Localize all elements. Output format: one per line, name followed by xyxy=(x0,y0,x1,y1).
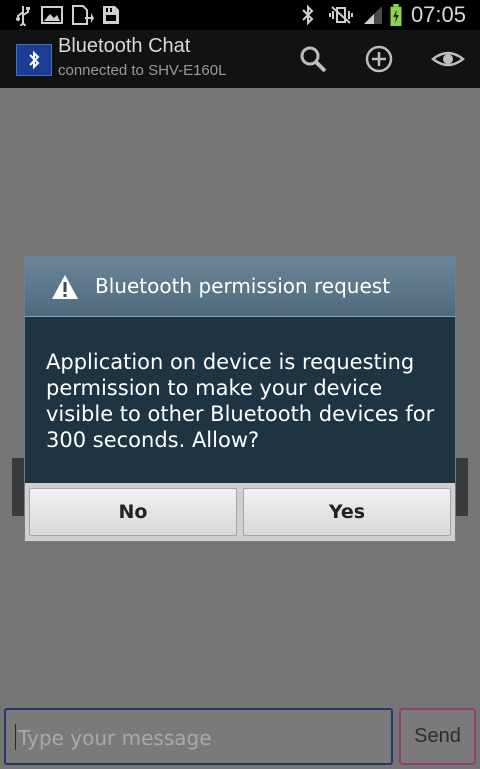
send-button[interactable]: Send xyxy=(399,708,476,765)
text-cursor xyxy=(15,724,16,750)
usb-icon xyxy=(16,6,30,26)
status-bar: 07:05 xyxy=(0,0,480,30)
no-button[interactable]: No xyxy=(29,488,237,536)
image-icon xyxy=(41,6,63,24)
message-input[interactable]: Type your message xyxy=(4,708,393,765)
message-placeholder: Type your message xyxy=(18,726,212,750)
warning-icon xyxy=(52,275,78,299)
bluetooth-app-icon[interactable] xyxy=(16,44,52,76)
mute-vibrate-icon xyxy=(329,6,353,24)
dialog-button-bar: No Yes xyxy=(25,483,455,541)
dialog-message: Application on device is requesting perm… xyxy=(46,350,435,452)
dialog-title: Bluetooth permission request xyxy=(95,274,391,298)
visibility-eye-icon[interactable] xyxy=(430,42,466,76)
add-icon[interactable] xyxy=(362,42,396,76)
connection-status: connected to SHV-E160L xyxy=(58,62,227,79)
yes-button[interactable]: Yes xyxy=(243,488,451,536)
sd-card-icon xyxy=(103,6,119,24)
permission-dialog: Bluetooth permission request Application… xyxy=(24,256,456,542)
status-time: 07:05 xyxy=(410,2,466,27)
signal-icon xyxy=(364,6,382,24)
battery-charging-icon xyxy=(390,4,402,26)
action-bar: Bluetooth Chat connected to SHV-E160L xyxy=(0,30,480,88)
search-icon[interactable] xyxy=(296,42,330,76)
background-element xyxy=(456,458,468,516)
file-upload-icon xyxy=(72,5,94,25)
dialog-header: Bluetooth permission request xyxy=(25,257,455,317)
background-element xyxy=(12,458,24,516)
app-title: Bluetooth Chat xyxy=(58,35,191,57)
bluetooth-icon xyxy=(302,4,314,26)
